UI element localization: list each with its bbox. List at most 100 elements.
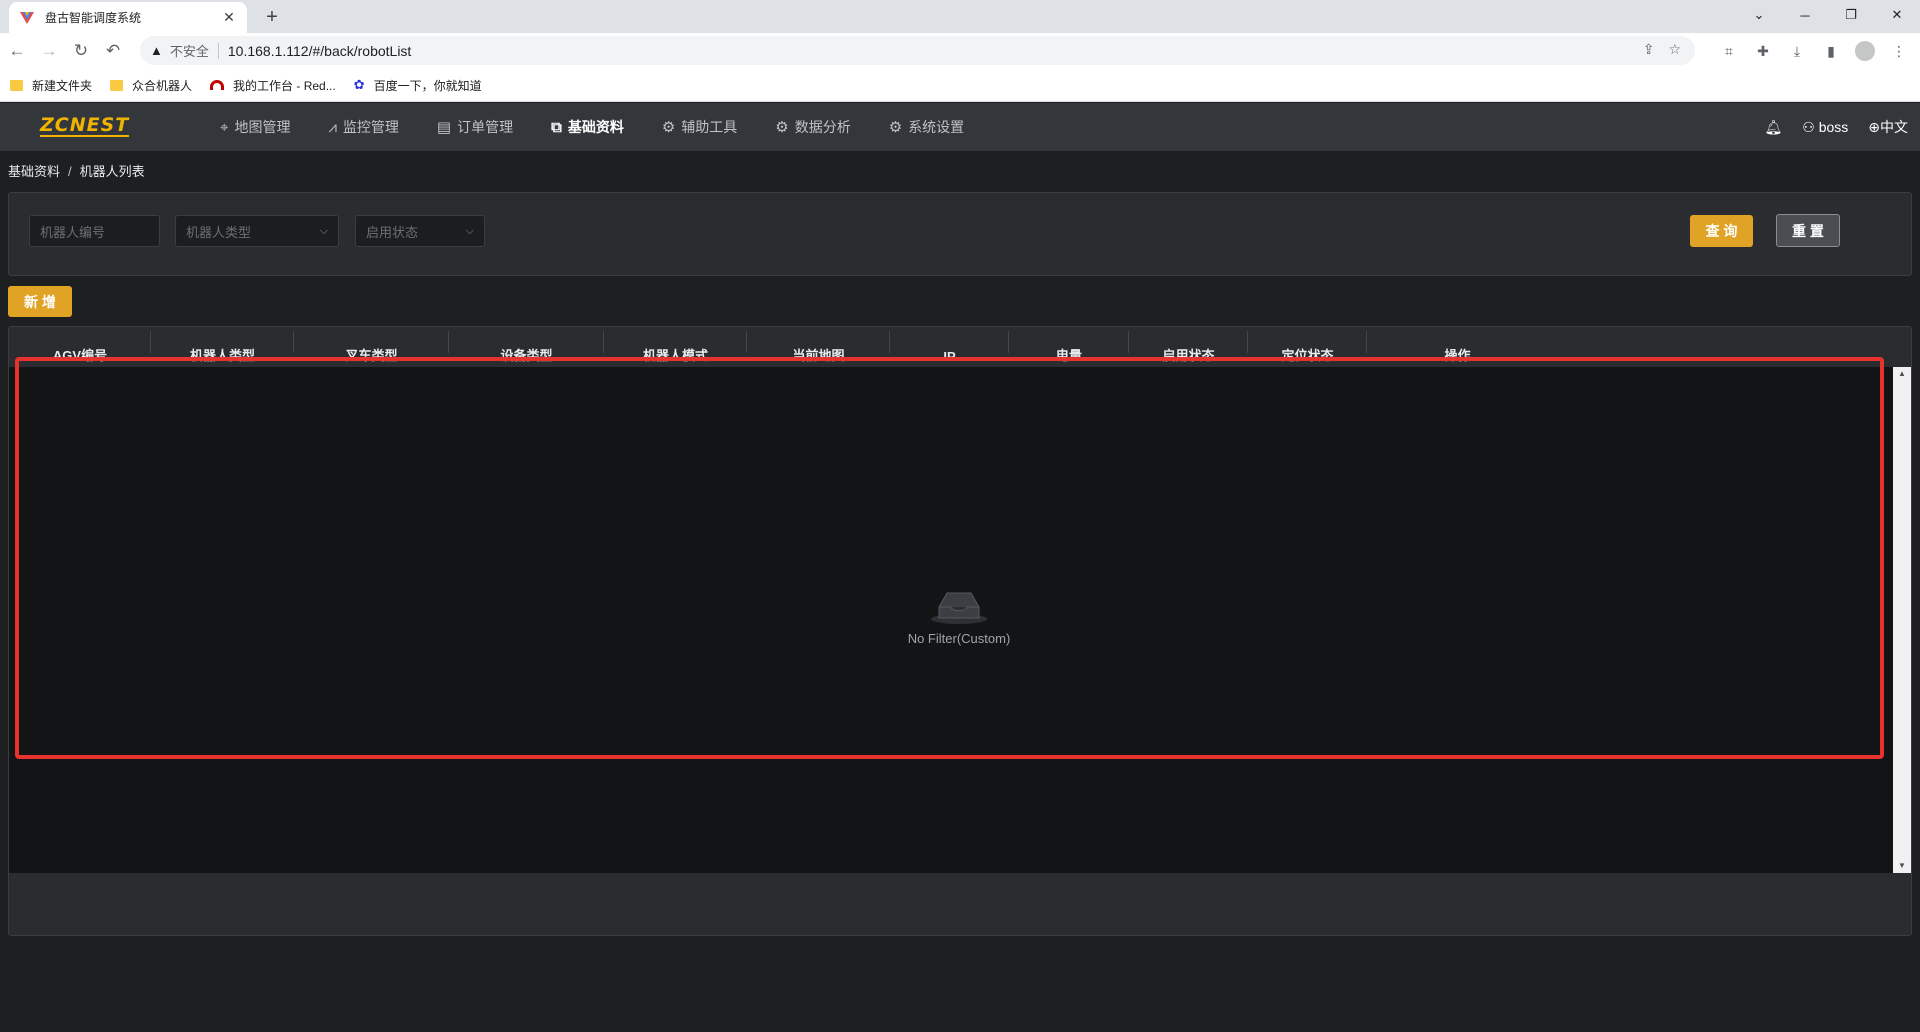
breadcrumb-separator: / xyxy=(68,164,72,179)
menu-item-analytics[interactable]: ⚙ 数据分析 xyxy=(775,103,850,151)
column-header[interactable]: 机器人类型 xyxy=(151,327,294,367)
download-icon[interactable]: ⤓ xyxy=(1782,36,1812,66)
back-arrow-icon[interactable]: ← xyxy=(2,36,32,66)
redmine-icon xyxy=(210,80,225,90)
bookmark-item[interactable]: 我的工作台 - Red... xyxy=(210,77,336,94)
baidu-paw-icon: ✿ xyxy=(353,77,365,92)
column-header[interactable]: 当前地图 xyxy=(747,327,890,367)
new-tab-button[interactable]: + xyxy=(258,4,286,30)
empty-text: No Filter(Custom) xyxy=(907,631,1011,646)
menu-label: 地图管理 xyxy=(234,119,291,135)
menu-item-settings[interactable]: ⚙ 系统设置 xyxy=(889,103,964,151)
table-body: No Filter(Custom) xyxy=(9,367,1893,873)
map-pin-icon: ⌖ xyxy=(220,118,229,136)
scroll-up-icon[interactable]: ▲ xyxy=(1893,367,1911,381)
robot-type-select[interactable]: 机器人类型 ⌵ xyxy=(175,215,339,247)
minimize-icon[interactable]: ─ xyxy=(1782,0,1828,30)
bookmark-label: 我的工作台 - Red... xyxy=(233,78,336,93)
extension-icons: ⌗ ✚ ⤓ ▮ ⋮ xyxy=(1714,36,1914,66)
warning-icon[interactable]: ▲ xyxy=(150,43,163,58)
top-navigation: ZCNEST ⌖ 地图管理 ⩘ 监控管理 ▤ 订单管理 ⧉ 基础资料 ⚙ 辅助工… xyxy=(0,103,1920,151)
column-header[interactable]: 启用状态 xyxy=(1129,327,1248,367)
bookmark-item[interactable]: 新建文件夹 xyxy=(10,77,92,94)
sliders-icon: ⧉ xyxy=(551,118,562,136)
user-menu[interactable]: ⚇ boss xyxy=(1802,119,1848,136)
menu-item-map[interactable]: ⌖ 地图管理 xyxy=(220,103,290,151)
menu-item-basic-data[interactable]: ⧉ 基础资料 xyxy=(551,103,624,151)
language-label: 中文 xyxy=(1880,119,1908,135)
enable-status-select[interactable]: 启用状态 ⌵ xyxy=(355,215,485,247)
tab-title: 盘古智能调度系统 xyxy=(45,11,142,25)
bell-icon[interactable]: 🔔︎ xyxy=(1764,119,1782,136)
crop-icon[interactable]: ⌗ xyxy=(1714,36,1744,66)
profile-avatar-icon[interactable] xyxy=(1850,36,1880,66)
bookmark-item[interactable]: ✿ 百度一下，你就知道 xyxy=(354,77,482,94)
kebab-menu-icon[interactable]: ⋮ xyxy=(1884,36,1914,66)
language-switch[interactable]: ⊕中文 xyxy=(1868,117,1908,137)
column-header[interactable]: 设备类型 xyxy=(449,327,604,367)
url-text[interactable]: 10.168.1.112/#/back/robotList xyxy=(228,43,411,59)
browser-tab[interactable]: 盘古智能调度系统 ✕ xyxy=(9,2,247,33)
menu-label: 辅助工具 xyxy=(681,119,738,135)
insecure-label[interactable]: 不安全 xyxy=(170,41,209,60)
column-header[interactable]: IP xyxy=(890,327,1009,367)
column-header[interactable]: 电量 xyxy=(1009,327,1129,367)
address-bar[interactable]: ▲ 不安全 10.168.1.112/#/back/robotList ⇪ ☆ xyxy=(140,36,1695,65)
zcnest-logo[interactable]: ZCNEST xyxy=(40,115,130,137)
menu-label: 订单管理 xyxy=(457,119,514,135)
robot-table: AGV编号 机器人类型 叉车类型 设备类型 机器人模式 当前地图 IP 电量 启… xyxy=(8,326,1912,936)
scroll-down-icon[interactable]: ▼ xyxy=(1893,859,1911,873)
menu-item-orders[interactable]: ▤ 订单管理 xyxy=(437,103,513,151)
breadcrumb-item: 机器人列表 xyxy=(79,164,145,179)
menu-label: 监控管理 xyxy=(342,119,399,135)
app-root: ZCNEST ⌖ 地图管理 ⩘ 监控管理 ▤ 订单管理 ⧉ 基础资料 ⚙ 辅助工… xyxy=(0,103,1920,1032)
window-close-icon[interactable]: ✕ xyxy=(1874,0,1920,30)
breadcrumb: 基础资料 / 机器人列表 xyxy=(8,161,145,180)
nav-right-group: 🔔︎ ⚇ boss ⊕中文 xyxy=(1764,103,1908,151)
empty-inbox-icon xyxy=(931,592,987,624)
table-scrollbar[interactable]: ▲ ▼ xyxy=(1893,367,1911,873)
reset-button[interactable]: 重 置 xyxy=(1776,214,1840,247)
gear-icon: ⚙ xyxy=(888,119,903,136)
column-header[interactable]: AGV编号 xyxy=(9,327,151,367)
menu-label: 系统设置 xyxy=(908,119,965,135)
browser-toolbar: ← → ↻ ↶ ▲ 不安全 10.168.1.112/#/back/robotL… xyxy=(0,33,1920,69)
globe-icon: ⊕ xyxy=(1868,119,1880,135)
folder-icon xyxy=(10,79,23,91)
breadcrumb-item[interactable]: 基础资料 xyxy=(8,164,60,179)
tab-search-icon[interactable]: ⌄ xyxy=(1736,0,1782,30)
restore-icon[interactable]: ❐ xyxy=(1828,0,1874,30)
gear-icon: ⚙ xyxy=(775,119,789,136)
add-button[interactable]: 新 增 xyxy=(8,286,72,317)
forward-arrow-icon[interactable]: → xyxy=(34,36,64,66)
column-header[interactable]: 机器人模式 xyxy=(604,327,747,367)
puzzle-icon[interactable]: ✚ xyxy=(1748,36,1778,66)
select-placeholder: 启用状态 xyxy=(366,224,419,240)
reload-icon[interactable]: ↻ xyxy=(66,36,96,66)
filter-panel: 机器人编号 机器人类型 ⌵ 启用状态 ⌵ 查 询 重 置 xyxy=(8,192,1912,276)
side-panel-icon[interactable]: ▮ xyxy=(1816,36,1846,66)
column-header[interactable]: 操作 xyxy=(1367,327,1548,367)
input-placeholder: 机器人编号 xyxy=(40,224,106,240)
robot-number-input[interactable]: 机器人编号 xyxy=(29,215,160,247)
window-controls: ⌄ ─ ❐ ✕ xyxy=(1736,0,1920,30)
folder-icon xyxy=(110,79,124,91)
address-separator xyxy=(217,42,219,59)
menu-item-monitor[interactable]: ⩘ 监控管理 xyxy=(328,103,398,151)
column-header[interactable]: 叉车类型 xyxy=(294,327,449,367)
main-menu: ⌖ 地图管理 ⩘ 监控管理 ▤ 订单管理 ⧉ 基础资料 ⚙ 辅助工具 ⚙ 数据分… xyxy=(220,103,1002,151)
empty-state: No Filter(Custom) xyxy=(889,585,1029,646)
column-header[interactable]: 定位状态 xyxy=(1248,327,1367,367)
tab-close-icon[interactable]: ✕ xyxy=(221,9,237,26)
menu-item-tools[interactable]: ⚙ 辅助工具 xyxy=(662,103,737,151)
undo-icon[interactable]: ↶ xyxy=(98,36,128,66)
bookmark-label: 百度一下，你就知道 xyxy=(373,78,482,93)
bookmark-star-icon[interactable]: ☆ xyxy=(1668,41,1681,58)
menu-label: 基础资料 xyxy=(567,119,624,135)
share-icon[interactable]: ⇪ xyxy=(1643,41,1655,58)
bookmark-label: 众合机器人 xyxy=(132,78,193,93)
omnibox-actions: ⇪ ☆ xyxy=(1643,41,1681,58)
query-button[interactable]: 查 询 xyxy=(1690,215,1753,247)
bookmark-item[interactable]: 众合机器人 xyxy=(110,77,192,94)
document-icon: ▤ xyxy=(436,119,452,136)
